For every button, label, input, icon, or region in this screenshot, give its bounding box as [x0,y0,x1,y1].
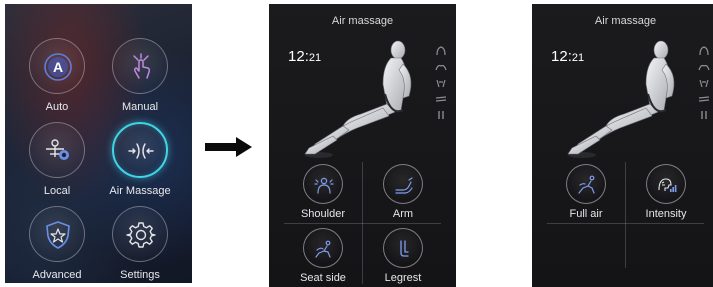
intensity-button[interactable]: Intensity [631,164,701,234]
local-massage-icon [46,139,69,160]
legrest-button[interactable]: Legrest [368,228,438,287]
head-zone-icon [699,46,709,56]
shoulder-zone-icon [698,64,710,71]
shoulder-icon [314,177,334,194]
seat-side-button-circle [303,228,343,268]
seat-zone-icon [698,96,710,102]
intensity-icon [658,178,677,192]
body-zone-icons [698,46,710,126]
manual-button-circle [112,38,168,94]
air-massage-modes-screen: Air massage 12:21 Full air Intensity [532,4,713,287]
arm-icon [395,177,413,194]
menu-item-auto[interactable]: A Auto [17,38,97,118]
massage-chair-figure [304,40,412,158]
advanced-button-circle [29,206,85,262]
arm-button[interactable]: Arm [368,164,438,234]
legrest-icon [400,240,409,257]
legrest-label: Legrest [384,272,422,284]
right-arrow-icon [205,137,252,157]
air-massage-button-circle [112,122,168,178]
svg-text:A: A [53,59,63,75]
auto-button-circle: A [29,38,85,94]
full-air-button-circle [566,164,606,204]
full-air-icon [578,175,595,194]
menu-label-settings: Settings [120,269,160,281]
gear-icon [126,222,156,248]
hand-touch-icon [133,53,151,79]
full-air-button[interactable]: Full air [551,164,621,234]
shield-star-icon [46,221,70,249]
body-zone-icons [435,46,447,126]
screen-title: Air massage [594,15,657,27]
menu-label-air-massage: Air Massage [109,185,171,197]
menu-item-local[interactable]: Local [17,122,97,202]
seat-side-icon [315,240,331,258]
intensity-button-circle [646,164,686,204]
leg-zone-icon [701,111,707,119]
arm-label: Arm [392,208,414,220]
massage-chair-figure [567,40,675,158]
menu-item-air-massage[interactable]: Air Massage [100,122,180,202]
menu-label-manual: Manual [121,101,159,113]
legrest-button-circle [383,228,423,268]
shoulder-button-circle [303,164,343,204]
air-massage-parts-screen: Air massage 12:21 Shoulder Arm Seat side… [269,4,456,287]
screen-title: Air massage [331,15,394,27]
menu-item-settings[interactable]: Settings [100,206,180,283]
menu-item-manual[interactable]: Manual [100,38,180,118]
auto-a-icon: A [44,53,72,81]
head-zone-icon [436,46,446,56]
arm-zone-icon [699,79,709,88]
shoulder-button[interactable]: Shoulder [288,164,358,234]
seat-zone-icon [435,96,447,102]
shoulder-zone-icon [435,64,447,71]
intensity-label: Intensity [645,208,687,220]
air-massage-icon [128,143,154,159]
arm-button-circle [383,164,423,204]
seat-side-button[interactable]: Seat side [288,228,358,287]
arm-zone-icon [436,79,446,88]
menu-item-advanced[interactable]: Advanced [17,206,97,283]
main-menu-panel: A Auto Manual Local Air Massage Advanced… [5,4,192,283]
local-button-circle [29,122,85,178]
leg-zone-icon [438,111,444,119]
settings-button-circle [112,206,168,262]
